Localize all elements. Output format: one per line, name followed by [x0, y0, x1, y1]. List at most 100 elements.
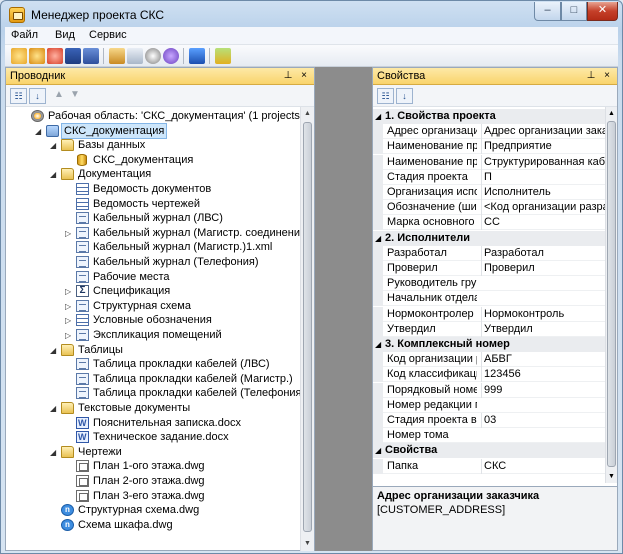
expander-icon[interactable]: ◢	[50, 138, 60, 153]
title-bar[interactable]: Менеджер проекта СКС ‒ □ ✕	[1, 1, 622, 29]
scroll-down-icon[interactable]: ▼	[606, 470, 617, 483]
property-value[interactable]: СС	[481, 215, 605, 231]
collapse-icon[interactable]: ◢	[375, 337, 381, 352]
property-value[interactable]: 03	[481, 413, 605, 428]
property-value[interactable]: Структурированная кабель	[481, 154, 605, 170]
property-value[interactable]: Исполнитель	[481, 185, 605, 200]
list-icon[interactable]	[127, 48, 143, 64]
expander-icon[interactable]: ◢	[50, 445, 60, 460]
property-grid[interactable]: ◢ 1. Свойства проекта Адрес организации Адр…	[373, 107, 605, 483]
property-category[interactable]: ◢ 3. Комплексный номер	[373, 337, 605, 352]
property-name: Код организации р	[387, 353, 477, 366]
expander-icon[interactable]: ▷	[65, 328, 75, 343]
sort-az-icon[interactable]: ↓	[29, 88, 46, 104]
property-value[interactable]: 999	[481, 382, 605, 398]
settings-icon[interactable]	[163, 48, 179, 64]
expander-icon[interactable]: ▷	[65, 313, 75, 328]
property-row[interactable]: Адрес организации Адрес организации заказ…	[373, 124, 605, 140]
minimize-button[interactable]: ‒	[534, 2, 561, 21]
build-icon[interactable]	[215, 48, 231, 64]
menu-view[interactable]: Вид	[55, 29, 75, 41]
property-category[interactable]: ◢ 2. Исполнители	[373, 230, 605, 246]
property-row[interactable]: Порядковый номер 999	[373, 382, 605, 398]
explorer-scrollbar[interactable]: ▲ ▼	[300, 107, 314, 551]
explorer-header-controls[interactable]: ⊥ ×	[284, 70, 310, 81]
property-row[interactable]: Номер редакции п	[373, 397, 605, 413]
scroll-thumb[interactable]	[607, 121, 616, 467]
menu-file[interactable]: Файл	[11, 29, 38, 41]
expander-icon[interactable]: ◢	[50, 167, 60, 182]
expander-icon[interactable]: ◢	[50, 343, 60, 358]
property-value[interactable]: СКС	[481, 458, 605, 474]
property-name: Марка основного к	[387, 216, 477, 229]
menu-service[interactable]: Сервис	[89, 29, 127, 41]
property-value[interactable]: Разработал	[481, 245, 605, 261]
close-project-icon[interactable]	[47, 48, 63, 64]
property-row[interactable]: Номер тома	[373, 428, 605, 444]
property-row[interactable]: Начальник отдела	[373, 291, 605, 307]
property-row[interactable]: Утвердил Утвердил	[373, 321, 605, 337]
property-value[interactable]: АБВГ	[481, 352, 605, 368]
scroll-up-icon[interactable]: ▲	[301, 107, 314, 121]
expander-icon[interactable]: ▷	[65, 284, 75, 299]
property-category[interactable]: ◢ Свойства	[373, 443, 605, 459]
categorized-icon[interactable]: ☷	[377, 88, 394, 104]
property-row[interactable]: Руководитель груп	[373, 276, 605, 292]
sort-az-icon[interactable]: ↓	[396, 88, 413, 104]
workspace-icon	[31, 110, 44, 122]
property-row[interactable]: Обозначение (шиф <Код организации разрабо	[373, 200, 605, 216]
gear-icon[interactable]	[145, 48, 161, 64]
save-all-icon[interactable]	[83, 48, 99, 64]
property-row[interactable]: Код организации р АБВГ	[373, 352, 605, 368]
categorized-icon[interactable]: ☷	[10, 88, 27, 104]
collapse-icon[interactable]: ◢	[375, 109, 381, 124]
scroll-thumb[interactable]	[303, 122, 312, 532]
property-value[interactable]: <Код организации разрабо	[481, 200, 605, 216]
properties-header-controls[interactable]: ⊥ ×	[587, 70, 613, 81]
row-gutter	[373, 139, 383, 155]
property-row[interactable]: Стадия проекта в н 03	[373, 413, 605, 428]
tree-item-label: План 2-ого этажа.dwg	[93, 475, 205, 487]
property-row[interactable]: Разработал Разработал	[373, 245, 605, 261]
property-row[interactable]: Код классификаци 123456	[373, 367, 605, 383]
open-project-icon[interactable]	[29, 48, 45, 64]
expander-icon[interactable]: ▷	[65, 299, 75, 314]
property-value[interactable]: Предприятие	[481, 139, 605, 155]
scroll-up-icon[interactable]: ▲	[606, 107, 617, 120]
property-name: Организация испо	[387, 186, 477, 198]
save-icon[interactable]	[65, 48, 81, 64]
properties-scrollbar[interactable]: ▲ ▼	[605, 107, 617, 483]
new-project-icon[interactable]	[11, 48, 27, 64]
project-tree[interactable]: Рабочая область: 'СКС_документация' (1 p…	[6, 107, 301, 551]
property-value[interactable]: Проверил	[481, 261, 605, 276]
properties-icon[interactable]	[109, 48, 125, 64]
property-row[interactable]: Стадия проекта П	[373, 169, 605, 185]
docx-icon	[76, 430, 89, 445]
property-row[interactable]: Наименование про Структурированная кабель	[373, 154, 605, 170]
property-value[interactable]: Адрес организации заказчи	[481, 124, 605, 140]
scroll-down-icon[interactable]: ▼	[301, 537, 314, 551]
property-row[interactable]: Папка СКС	[373, 458, 605, 474]
property-row[interactable]: Нормоконтролер Нормоконтроль	[373, 306, 605, 322]
collapse-icon[interactable]: ◢	[375, 443, 381, 458]
collapse-icon[interactable]: ◢	[375, 231, 381, 246]
expander-icon[interactable]: ◢	[50, 401, 60, 416]
move-up-icon[interactable]: ▲	[54, 90, 64, 100]
property-row[interactable]: Марка основного к СС	[373, 215, 605, 231]
property-value[interactable]: 123456	[481, 367, 605, 383]
window-icon[interactable]	[189, 48, 205, 64]
row-gutter	[373, 367, 383, 383]
property-value[interactable]: Утвердил	[481, 321, 605, 337]
maximize-button[interactable]: □	[561, 2, 587, 21]
close-button[interactable]: ✕	[587, 2, 618, 21]
property-row[interactable]: Организация испо Исполнитель	[373, 185, 605, 200]
row-gutter	[373, 382, 383, 398]
property-category[interactable]: ◢ 1. Свойства проекта	[373, 109, 605, 124]
property-row[interactable]: Проверил Проверил	[373, 261, 605, 276]
property-value[interactable]: Нормоконтроль	[481, 306, 605, 322]
expander-icon[interactable]: ▷	[65, 226, 75, 241]
property-row[interactable]: Наименование пре Предприятие	[373, 139, 605, 155]
move-down-icon[interactable]: ▼	[70, 90, 80, 100]
expander-icon[interactable]: ◢	[35, 124, 45, 139]
property-value[interactable]: П	[481, 169, 605, 185]
